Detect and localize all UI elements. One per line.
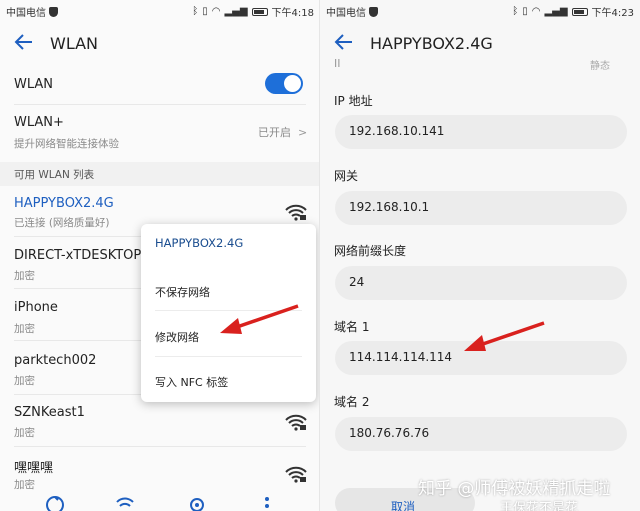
chevron-right-icon: > (298, 126, 308, 139)
prefix-length-value: 24 (349, 275, 365, 289)
network-status: 已连接 (网络质量好) (14, 217, 110, 229)
gateway-field[interactable]: 192.168.10.1 (335, 191, 627, 225)
wlanplus-state: 已开启 (258, 126, 291, 139)
signal-icon: ▂▄▆ (224, 6, 248, 17)
dns2-field[interactable]: 180.76.76.76 (335, 417, 627, 451)
app-bar: WLAN (0, 26, 320, 60)
refresh-icon[interactable] (44, 494, 66, 511)
shield-icon (369, 7, 378, 17)
carrier-text: 中国电信 (6, 8, 46, 19)
dns2-label: 域名 2 (334, 395, 370, 409)
network-status: 加密 (14, 270, 35, 282)
wlan-label: WLAN (14, 77, 54, 92)
app-bar: HAPPYBOX2.4G (320, 26, 640, 60)
network-name[interactable]: parktech002 (14, 353, 96, 368)
dns1-value: 114.114.114.114 (349, 350, 453, 364)
divider (14, 446, 306, 447)
status-time: 下午4:23 (591, 8, 634, 19)
dns2-value: 180.76.76.76 (349, 426, 430, 440)
cancel-label: 取消 (391, 500, 416, 511)
wifi-status-icon: ◠ (211, 6, 221, 17)
network-name[interactable]: 嘿嘿嘿 (14, 457, 53, 476)
watermark: 知乎 @师傅被妖精抓走啦 (418, 479, 611, 499)
ip-address-field[interactable]: 192.168.10.141 (335, 115, 627, 149)
divider (155, 356, 302, 357)
bluetooth-icon: ᛒ (512, 6, 519, 17)
status-time: 下午4:18 (271, 8, 314, 19)
network-status: 加密 (14, 479, 35, 491)
status-bar: 中国电信 ᛒ ▯ ◠ ▂▄▆ 下午4:23 (320, 0, 640, 20)
wifi-lock-icon (285, 414, 307, 431)
vibrate-icon: ▯ (522, 6, 528, 17)
status-bar: 中国电信 ᛒ ▯ ◠ ▂▄▆ 下午4:18 (0, 0, 320, 20)
popup-title: HAPPYBOX2.4G (155, 236, 244, 250)
dns1-label: 域名 1 (334, 320, 370, 334)
page-title: WLAN (50, 34, 99, 53)
battery-icon (251, 7, 268, 16)
wifi-lock-icon (285, 204, 307, 221)
gateway-value: 192.168.10.1 (349, 200, 430, 214)
network-name[interactable]: HAPPYBOX2.4G (14, 196, 114, 211)
section-header-text: 可用 WLAN 列表 (14, 169, 95, 181)
wlan-toggle[interactable] (265, 73, 303, 94)
toggle-knob (284, 75, 301, 92)
carrier-label: 中国电信 (326, 4, 378, 19)
prefix-length-label: 网络前缀长度 (334, 244, 407, 258)
modify-network-item[interactable]: 修改网络 (155, 329, 199, 345)
bluetooth-icon: ᛒ (192, 6, 199, 17)
write-nfc-item[interactable]: 写入 NFC 标签 (155, 374, 228, 390)
wlanplus-subtitle: 提升网络智能连接体验 (14, 138, 119, 150)
carrier-label: 中国电信 (6, 4, 58, 19)
cut-off-value: 静态 (590, 61, 610, 72)
wifi-status-icon: ◠ (531, 6, 541, 17)
wifi-lock-icon (285, 466, 307, 483)
carrier-text: 中国电信 (326, 8, 366, 19)
settings-icon[interactable] (186, 494, 208, 511)
back-arrow-icon[interactable] (12, 30, 36, 54)
network-name[interactable]: iPhone (14, 300, 58, 315)
back-arrow-icon[interactable] (332, 30, 356, 54)
red-arrow-icon (220, 304, 299, 334)
network-status: 加密 (14, 323, 35, 335)
page-title: HAPPYBOX2.4G (370, 34, 493, 53)
shield-icon (49, 7, 58, 17)
cut-off-label: II (334, 57, 341, 70)
network-name[interactable]: DIRECT-xTDESKTOP-D (14, 248, 156, 263)
wlan-screen: 中国电信 ᛒ ▯ ◠ ▂▄▆ 下午4:18 WLAN WLAN WLAN+ 提升… (0, 0, 320, 511)
wlanplus-title: WLAN+ (14, 115, 64, 130)
wifi-direct-icon[interactable] (114, 494, 136, 511)
vibrate-icon: ▯ (202, 6, 208, 17)
battery-icon (571, 7, 588, 16)
watermark-secondary: 王保花不是花 (500, 501, 579, 511)
network-status: 加密 (14, 427, 35, 439)
more-icon[interactable] (256, 494, 278, 511)
section-header: 可用 WLAN 列表 (0, 162, 320, 186)
network-status: 加密 (14, 375, 35, 387)
forget-network-item[interactable]: 不保存网络 (155, 284, 210, 300)
prefix-length-field[interactable]: 24 (335, 266, 627, 300)
network-name[interactable]: SZNKeast1 (14, 405, 85, 420)
ip-address-value: 192.168.10.141 (349, 124, 445, 138)
red-arrow-icon (464, 321, 545, 351)
signal-icon: ▂▄▆ (544, 6, 568, 17)
gateway-label: 网关 (334, 169, 359, 183)
ip-address-label: IP 地址 (334, 94, 373, 108)
